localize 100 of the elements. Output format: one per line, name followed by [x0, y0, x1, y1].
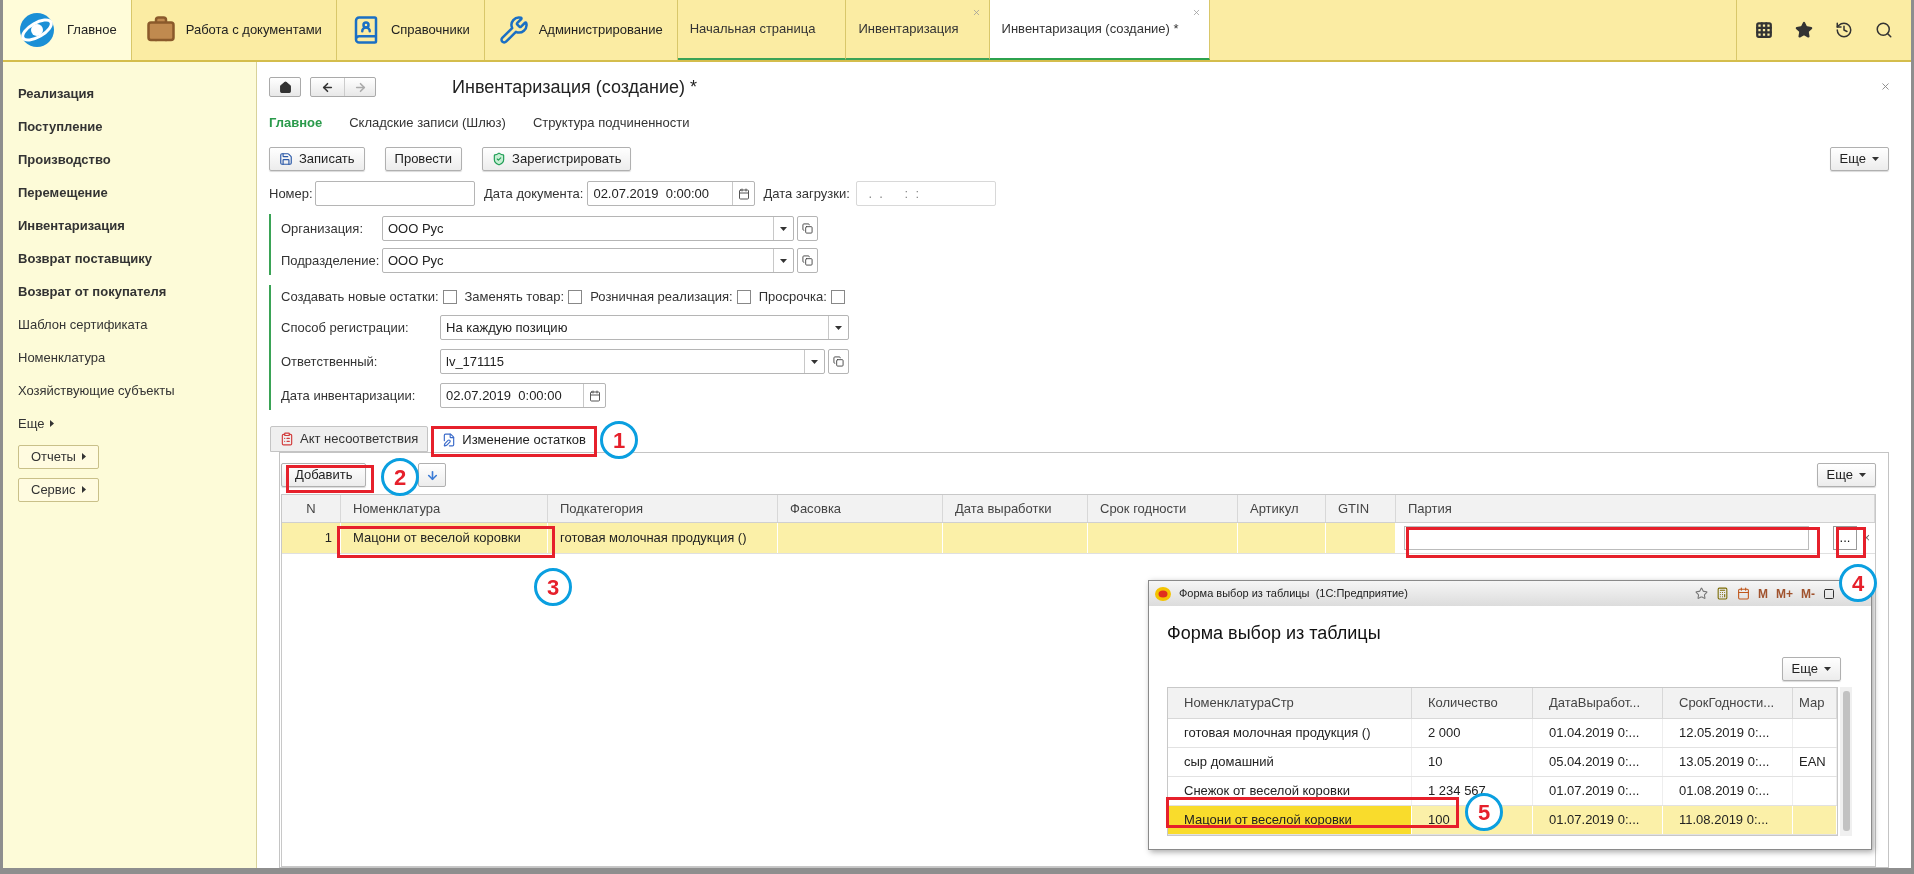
sidebar-item[interactable]: Шаблон сертификата	[18, 308, 256, 341]
column-header[interactable]: Партия	[1408, 498, 1452, 519]
arrow-icon	[81, 486, 86, 493]
open-button[interactable]	[828, 349, 849, 374]
sidebar-item[interactable]: Производство	[18, 143, 256, 176]
section-tab[interactable]: Работа с документами	[131, 0, 337, 60]
checkbox-label: Просрочка:	[758, 288, 827, 307]
sidebar-item[interactable]: Инвентаризация	[18, 209, 256, 242]
open-button[interactable]	[797, 248, 818, 273]
more-button[interactable]: Еще	[1829, 147, 1889, 171]
calculator-icon[interactable]	[1716, 587, 1729, 600]
scrollbar[interactable]	[1840, 687, 1852, 836]
sidebar-item[interactable]: Возврат поставщику	[18, 242, 256, 275]
section-tab[interactable]: Главное	[3, 0, 132, 60]
input-field[interactable]: На каждую позицию	[440, 315, 849, 340]
checkbox[interactable]	[568, 290, 583, 304]
section-tab[interactable]: Справочники	[336, 0, 485, 60]
column-header[interactable]: Фасовка	[790, 498, 842, 519]
table-cell-text: Мацони от веселой коровки	[1184, 811, 1352, 830]
column-header[interactable]: Срок годности	[1100, 498, 1187, 519]
checkbox[interactable]	[830, 290, 845, 304]
column-header[interactable]: Артикул	[1250, 498, 1299, 519]
input-field[interactable]: lv_171115	[440, 349, 825, 374]
home-icon	[278, 80, 292, 94]
batch-field[interactable]	[1404, 526, 1809, 550]
open-tab[interactable]: Инвентаризация (создание) *	[989, 0, 1210, 60]
calendar-icon[interactable]	[588, 389, 601, 402]
table-row[interactable]: сыр домашний 10 05.04.2019 0:... 13.05.2019 0:... EAN	[1168, 748, 1837, 777]
column-header[interactable]: СрокГодности...	[1679, 693, 1775, 713]
more-button[interactable]: Еще	[1781, 657, 1841, 681]
caret-icon	[811, 359, 818, 364]
input-field[interactable]: 02.07.2019 0:00:00	[587, 181, 756, 206]
sidebar-item[interactable]: Номенклатура	[18, 341, 256, 374]
menu-button[interactable]: Сервис	[18, 477, 99, 502]
toolbar-button[interactable]: Записать	[269, 147, 365, 171]
nav-link[interactable]: Структура подчиненности	[532, 113, 690, 133]
star-icon[interactable]	[1795, 21, 1813, 39]
column-header[interactable]: Количество	[1428, 693, 1498, 713]
caret-icon	[780, 258, 787, 263]
document-edit-icon	[442, 433, 457, 447]
memory-button[interactable]: M+	[1776, 584, 1793, 603]
column-header[interactable]: N	[306, 498, 316, 519]
arrow-icon	[50, 420, 55, 427]
column-header[interactable]: Мар	[1799, 693, 1825, 713]
history-icon[interactable]	[1835, 21, 1853, 39]
table-cell-text: 01.08.2019 0:...	[1679, 782, 1770, 801]
checkbox[interactable]	[736, 290, 751, 304]
logo-icon	[17, 10, 57, 50]
open-button[interactable]	[797, 216, 818, 241]
field-label: Подразделение:	[281, 251, 381, 270]
checkbox-label: Розничная реализация:	[590, 288, 733, 307]
field-label: Номер:	[269, 184, 314, 203]
column-header[interactable]: Номенклатура	[353, 498, 441, 519]
table-cell-text: 01.07.2019 0:...	[1549, 811, 1640, 830]
input-field[interactable]: ООО Рус	[382, 216, 794, 241]
close-icon[interactable]	[1880, 81, 1891, 92]
nav-link[interactable]: Главное	[269, 113, 323, 133]
home-button[interactable]	[269, 77, 301, 97]
checkbox[interactable]	[442, 290, 457, 304]
input-field[interactable]	[315, 181, 475, 206]
input-field[interactable]: 02.07.2019 0:00:00	[440, 383, 606, 408]
maximize-icon[interactable]	[1823, 587, 1835, 600]
sidebar-item[interactable]: Поступление	[18, 110, 256, 143]
more-link[interactable]: Еще	[18, 413, 45, 434]
menu-button[interactable]: Отчеты	[18, 444, 99, 469]
sidebar-item[interactable]: Хозяйствующие субъекты	[18, 374, 256, 407]
section-tab[interactable]: Администрирование	[484, 0, 678, 60]
memory-button[interactable]: M	[1758, 584, 1768, 603]
calendar-icon[interactable]	[1737, 587, 1750, 600]
toolbar-button[interactable]: Зарегистрировать	[482, 147, 632, 171]
column-header[interactable]: Дата выработки	[955, 498, 1052, 519]
table-row[interactable]: Снежок от веселой коровки 1 234 567 01.07.2019 0:... 01.08.2019 0:...	[1168, 777, 1837, 806]
highlight-frame	[1836, 527, 1866, 558]
toolbar-button[interactable]: Провести	[384, 147, 463, 171]
table-row[interactable]: готовая молочная продукция () 2 000 01.04.2019 0:... 12.05.2019 0:...	[1168, 719, 1837, 748]
memory-button[interactable]: M-	[1801, 584, 1815, 603]
column-header[interactable]: Подкатегория	[560, 498, 644, 519]
sidebar-item[interactable]: Реализация	[18, 77, 256, 110]
star-icon[interactable]	[1695, 587, 1708, 600]
nav-link[interactable]: Складские записи (Шлюз)	[349, 113, 506, 133]
column-header[interactable]: НоменклатураСтр	[1184, 693, 1294, 713]
open-tab[interactable]: Начальная страница	[677, 0, 847, 60]
grid-icon[interactable]	[1755, 21, 1773, 39]
sidebar-item[interactable]: Перемещение	[18, 176, 256, 209]
shield-icon	[492, 152, 507, 166]
table-cell-text: Мацони от веселой коровки	[353, 529, 521, 548]
tab[interactable]: Акт несоответствия	[270, 426, 429, 452]
table-cell-text: 2 000	[1428, 724, 1461, 743]
column-header[interactable]: GTIN	[1338, 498, 1370, 519]
column-header[interactable]: ДатаВыработ...	[1549, 693, 1640, 713]
field-label: Способ регистрации:	[281, 318, 410, 337]
calendar-icon[interactable]	[737, 187, 750, 200]
input-field[interactable]: ООО Рус	[382, 248, 794, 273]
sidebar-item[interactable]: Возврат от покупателя	[18, 275, 256, 308]
more-button[interactable]: Еще	[1816, 463, 1876, 487]
move-down-button[interactable]	[418, 463, 447, 487]
search-icon[interactable]	[1875, 21, 1893, 39]
callout-number: 4	[1839, 564, 1877, 602]
close-icon[interactable]	[1191, 8, 1201, 17]
input-field[interactable]: . . : :	[855, 181, 996, 206]
